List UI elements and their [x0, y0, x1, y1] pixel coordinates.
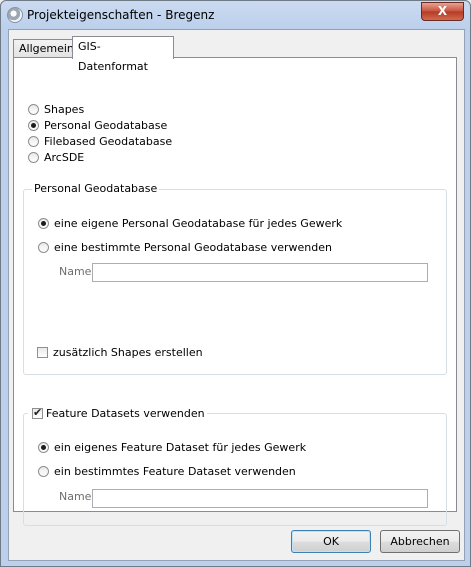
checkbox-extra-shapes-control[interactable]: [37, 347, 48, 358]
ok-button[interactable]: OK: [291, 530, 371, 553]
radio-shapes-label: Shapes: [44, 103, 85, 116]
feature-dataset-name-label: Name: [59, 490, 92, 503]
radio-shapes-control[interactable]: [28, 104, 39, 115]
radio-own-feature-dataset-label: ein eigenes Feature Dataset für jedes Ge…: [54, 441, 307, 454]
radio-personal-geodatabase-label: Personal Geodatabase: [44, 119, 168, 132]
radio-specific-geodatabase-label: eine bestimmte Personal Geodatabase verw…: [54, 241, 332, 254]
tab-panel-gis-datenformat: Shapes Personal Geodatabase Filebased Ge…: [13, 57, 457, 526]
dialog-window: Projekteigenschaften - Bregenz X Allgeme…: [0, 0, 471, 567]
radio-arcsde-control[interactable]: [28, 152, 39, 163]
close-button[interactable]: X: [421, 2, 464, 21]
radio-filebased-geodatabase-control[interactable]: [28, 136, 39, 147]
radio-specific-geodatabase-control[interactable]: [38, 242, 49, 253]
feature-dataset-enable-checkbox[interactable]: [32, 406, 43, 420]
feature-dataset-name-input[interactable]: [92, 489, 428, 508]
radio-own-feature-dataset-control[interactable]: [38, 442, 49, 453]
geodatabase-name-input[interactable]: [92, 263, 428, 282]
cancel-button[interactable]: Abbrechen: [380, 530, 460, 553]
radio-own-geodatabase-control[interactable]: [38, 218, 49, 229]
tab-allgemein[interactable]: Allgemein: [13, 39, 74, 57]
radio-specific-feature-dataset-label: ein bestimmtes Feature Dataset verwenden: [54, 465, 296, 478]
radio-filebased-geodatabase-label: Filebased Geodatabase: [44, 135, 173, 148]
dialog-client-area: Allgemein GIS-Datenformat Shapes Persona…: [8, 29, 465, 561]
personal-geodatabase-group: Personal Geodatabase eine eigene Persona…: [23, 182, 447, 375]
window-title: Projekteigenschaften - Bregenz: [27, 8, 215, 22]
geodatabase-name-label: Name: [59, 265, 92, 278]
tab-gis-datenformat[interactable]: GIS-Datenformat: [72, 36, 174, 73]
radio-own-geodatabase-label: eine eigene Personal Geodatabase für jed…: [54, 217, 343, 230]
feature-dataset-group-legend: Feature Datasets verwenden: [46, 407, 205, 420]
app-icon: [7, 7, 23, 23]
personal-geodatabase-group-legend: Personal Geodatabase: [32, 182, 160, 196]
radio-personal-geodatabase-control[interactable]: [28, 120, 39, 131]
feature-dataset-group-header[interactable]: Feature Datasets verwenden: [28, 406, 207, 421]
checkbox-extra-shapes-label: zusätzlich Shapes erstellen: [53, 346, 203, 359]
radio-specific-feature-dataset-control[interactable]: [38, 466, 49, 477]
feature-dataset-group: Feature Datasets verwenden ein eigenes F…: [23, 406, 447, 526]
radio-arcsde-label: ArcSDE: [44, 151, 85, 164]
title-bar[interactable]: Projekteigenschaften - Bregenz X: [1, 1, 470, 29]
tab-strip: Allgemein GIS-Datenformat: [13, 36, 453, 73]
